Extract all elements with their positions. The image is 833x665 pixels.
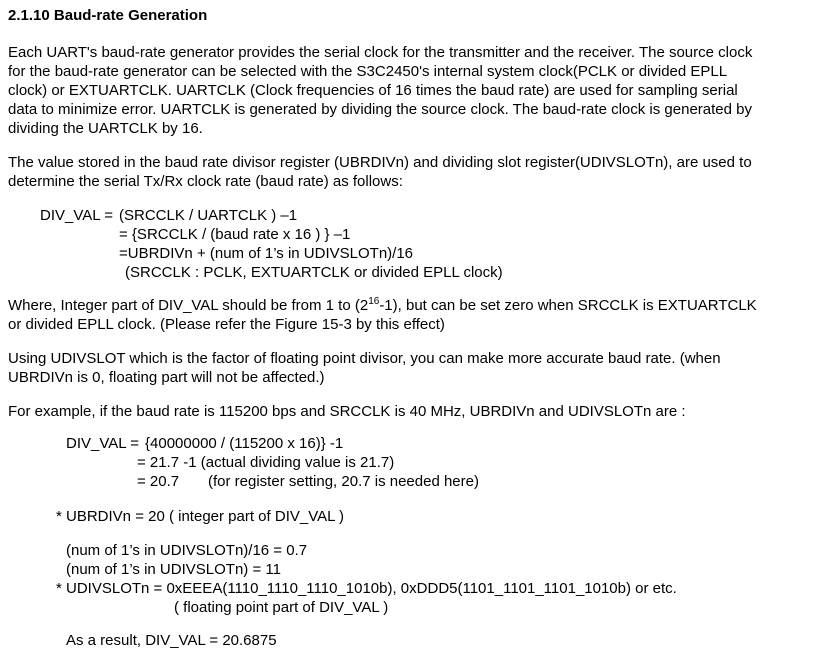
calc-row: DIV_VAL = {40000000 / (115200 x 16)} -1	[66, 434, 830, 453]
divisor-paragraph: The value stored in the baud rate diviso…	[8, 153, 830, 191]
example-line: For example, if the baud rate is 115200 …	[8, 403, 686, 420]
calc-row: = 20.7 (for register setting, 20.7 is ne…	[66, 472, 830, 491]
divisor-line: determine the serial Tx/Rx clock rate (b…	[8, 173, 403, 190]
example-calculation: DIV_VAL = {40000000 / (115200 x 16)} -1 …	[8, 434, 830, 491]
formula-row: =UBRDIVn + (num of 1’s in UDIVSLOTn)/16	[40, 244, 830, 263]
slot-line: * UDIVSLOTn = 0xEEEA(1110_1110_1110_1010…	[56, 580, 677, 597]
slot-calculation: (num of 1’s in UDIVSLOTn)/16 = 0.7 (num …	[8, 541, 830, 617]
section-number: 2.1.10	[8, 7, 50, 24]
slot-line: ( floating point part of DIV_VAL )	[174, 599, 389, 616]
where-paragraph: Where, Integer part of DIV_VAL should be…	[8, 296, 830, 334]
calc-note: (for register setting, 20.7 is needed he…	[208, 473, 479, 490]
formula-row: DIV_VAL = (SRCCLK / UARTCLK ) –1	[40, 206, 830, 225]
where-prefix: Where, Integer part of DIV_VAL should be…	[8, 297, 369, 314]
where-line: Where, Integer part of DIV_VAL should be…	[8, 296, 830, 315]
result-line: As a result, DIV_VAL = 20.6875	[66, 632, 277, 649]
formula-line: (SRCCLK / UARTCLK ) –1	[119, 207, 298, 224]
calc-line: = 21.7 -1 (actual dividing value is 21.7…	[137, 454, 395, 471]
udivslot-paragraph: Using UDIVSLOT which is the factor of fl…	[8, 349, 830, 387]
calc-value: = 20.7	[137, 473, 180, 490]
exponent: 16	[368, 296, 380, 307]
formula-row: = {SRCCLK / (baud rate x 16 ) } –1	[40, 225, 830, 244]
divisor-line: The value stored in the baud rate diviso…	[8, 154, 752, 171]
intro-line: for the baud-rate generator can be selec…	[8, 63, 728, 80]
document-page: 2.1.10 Baud-rate Generation Each UART's …	[8, 6, 830, 665]
intro-line: clock) or EXTUARTCLK. UARTCLK (Clock fre…	[8, 82, 738, 99]
where-suffix: -1), but can be set zero when SRCCLK is …	[379, 297, 757, 314]
slot-line: (num of 1’s in UDIVSLOTn) = 11	[66, 561, 281, 578]
formula-lhs: DIV_VAL =	[40, 207, 113, 224]
calc-lhs: DIV_VAL =	[66, 435, 139, 452]
result-paragraph: As a result, DIV_VAL = 20.6875	[8, 631, 830, 650]
where-line: or divided EPLL clock. (Please refer the…	[8, 316, 445, 333]
ubrdiv-note: * UBRDIVn = 20 ( integer part of DIV_VAL…	[8, 507, 830, 526]
example-paragraph: For example, if the baud rate is 115200 …	[8, 402, 830, 421]
formula-row: (SRCCLK : PCLK, EXTUARTCLK or divided EP…	[40, 263, 830, 282]
udivslot-line: UBRDIVn is 0, floating part will not be …	[8, 369, 325, 386]
section-heading: 2.1.10 Baud-rate Generation	[8, 6, 830, 25]
intro-line: data to minimize error. UARTCLK is gener…	[8, 101, 752, 118]
ubrdiv-line: * UBRDIVn = 20 ( integer part of DIV_VAL…	[56, 508, 345, 525]
calc-line: {40000000 / (115200 x 16)} -1	[145, 435, 344, 452]
intro-line: dividing the UARTCLK by 16.	[8, 120, 203, 137]
div-val-formula: DIV_VAL = (SRCCLK / UARTCLK ) –1 = {SRCC…	[8, 206, 830, 282]
section-title: Baud-rate Generation	[53, 7, 208, 24]
udivslot-line: Using UDIVSLOT which is the factor of fl…	[8, 350, 721, 367]
slot-line: (num of 1’s in UDIVSLOTn)/16 = 0.7	[66, 542, 308, 559]
calc-row: = 21.7 -1 (actual dividing value is 21.7…	[66, 453, 830, 472]
intro-line: Each UART's baud-rate generator provides…	[8, 44, 753, 61]
formula-source-note: (SRCCLK : PCLK, EXTUARTCLK or divided EP…	[125, 264, 503, 281]
formula-line: =UBRDIVn + (num of 1’s in UDIVSLOTn)/16	[119, 245, 414, 262]
intro-paragraph: Each UART's baud-rate generator provides…	[8, 43, 830, 138]
formula-line: = {SRCCLK / (baud rate x 16 ) } –1	[119, 226, 351, 243]
